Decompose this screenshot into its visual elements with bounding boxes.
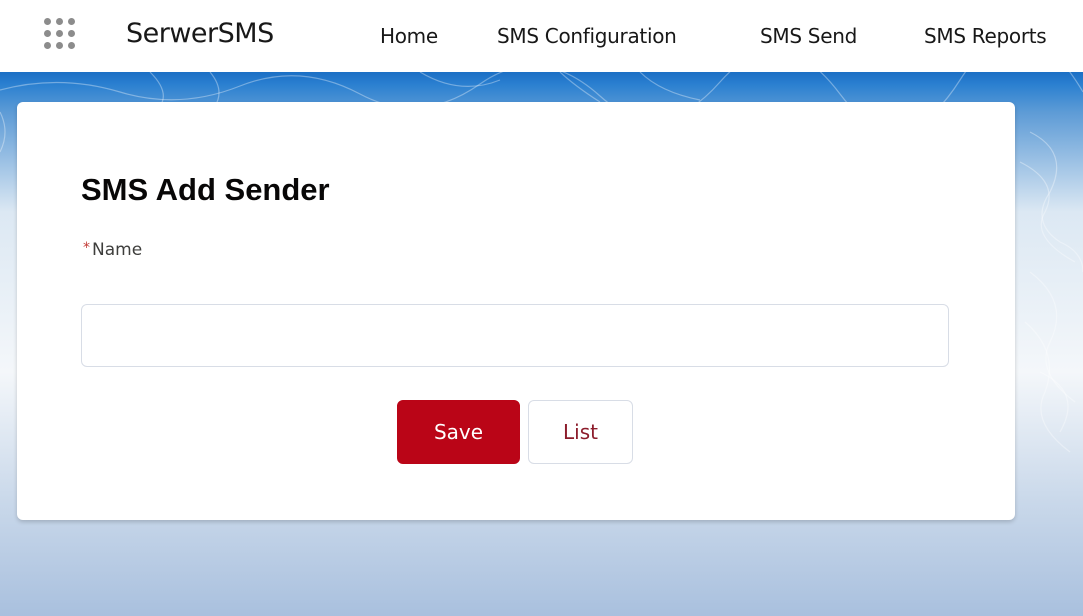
nav-item-sms-configuration[interactable]: SMS Configuration bbox=[497, 24, 677, 48]
nav-item-sms-send[interactable]: SMS Send bbox=[760, 24, 857, 48]
required-marker: * bbox=[83, 240, 90, 256]
app-name: SerwerSMS bbox=[126, 18, 274, 49]
list-button[interactable]: List bbox=[528, 400, 633, 464]
name-input[interactable] bbox=[81, 304, 949, 367]
app-launcher-grid-icon[interactable] bbox=[38, 14, 82, 54]
save-button[interactable]: Save bbox=[397, 400, 520, 464]
nav-item-home[interactable]: Home bbox=[380, 24, 438, 48]
name-label-text: Name bbox=[92, 240, 143, 260]
page-title: SMS Add Sender bbox=[81, 172, 330, 207]
add-sender-card: SMS Add Sender * Name Save List bbox=[17, 102, 1015, 520]
name-field-label: * Name bbox=[83, 240, 142, 260]
top-navigation-bar: SerwerSMS Home SMS Configuration SMS Sen… bbox=[0, 0, 1083, 72]
nav-item-sms-reports[interactable]: SMS Reports bbox=[924, 24, 1047, 48]
